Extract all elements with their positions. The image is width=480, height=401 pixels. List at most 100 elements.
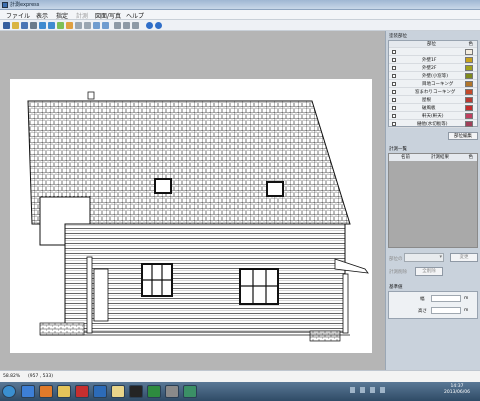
ie-icon[interactable]: [21, 385, 35, 398]
height-label: 高さ: [418, 309, 427, 314]
title-bar: 計測express: [0, 0, 480, 10]
edit-parts-button[interactable]: 部位編集: [448, 132, 478, 140]
part-color-swatch[interactable]: [465, 121, 473, 127]
part-color-swatch[interactable]: [465, 89, 473, 95]
folder-icon[interactable]: [12, 22, 19, 29]
volume-icon[interactable]: [380, 387, 385, 393]
part-label: 樋他(水切板等): [417, 122, 448, 127]
start-icon[interactable]: [2, 385, 16, 398]
drawing-canvas[interactable]: [0, 31, 385, 370]
menu-file[interactable]: ファイル: [6, 11, 30, 20]
tray-icon[interactable]: [360, 387, 365, 393]
pen-icon[interactable]: [3, 22, 10, 29]
window-title: 計測express: [10, 2, 40, 8]
part-checkbox[interactable]: [392, 122, 396, 126]
part-select-dropdown[interactable]: ▾: [404, 253, 444, 262]
delete-all-button[interactable]: 全削除: [415, 267, 443, 276]
part-label: 屋根: [422, 98, 431, 103]
folder-icon[interactable]: [57, 385, 71, 398]
house-elevation-drawing: [27, 91, 369, 342]
part-color-swatch[interactable]: [465, 49, 473, 55]
zoom-in-icon[interactable]: [39, 22, 46, 29]
undo-icon[interactable]: [93, 22, 100, 29]
system-tray[interactable]: [350, 387, 430, 396]
part-label: 外壁(小窓等): [422, 74, 449, 79]
menu-drawing-photo[interactable]: 図面/写真: [95, 11, 121, 20]
part-color-swatch[interactable]: [465, 113, 473, 119]
part-color-swatch[interactable]: [465, 105, 473, 111]
parts-list[interactable]: 部位 色 外壁1F 外壁2F 外壁(小窓等) 目地コーキング 窓まわりコーキング…: [388, 40, 478, 128]
parts-row[interactable]: 屋根: [389, 96, 477, 104]
part-checkbox[interactable]: [392, 90, 396, 94]
part-checkbox[interactable]: [392, 98, 396, 102]
save-icon[interactable]: [21, 22, 28, 29]
menu-measure[interactable]: 計測: [76, 11, 88, 20]
parts-row[interactable]: 窓まわりコーキング: [389, 88, 477, 96]
part-color-swatch[interactable]: [465, 81, 473, 87]
part-color-swatch[interactable]: [465, 73, 473, 79]
grid-icon[interactable]: [75, 22, 82, 29]
width-input[interactable]: [431, 295, 461, 302]
firefox-icon[interactable]: [39, 385, 53, 398]
part-checkbox[interactable]: [392, 106, 396, 110]
sticky-icon[interactable]: [111, 385, 125, 398]
clock-date: 2013/06/06: [444, 390, 470, 395]
part-color-swatch[interactable]: [465, 57, 473, 63]
parts-row[interactable]: 外壁(小窓等): [389, 72, 477, 80]
measure-list[interactable]: 名前 計測結果 色: [388, 153, 478, 248]
zoom-out-icon[interactable]: [48, 22, 55, 29]
part-label: 窓まわりコーキング: [415, 90, 456, 95]
eraser-icon[interactable]: [66, 22, 73, 29]
part-checkbox[interactable]: [392, 66, 396, 70]
app-k-icon[interactable]: [183, 385, 197, 398]
menu-view[interactable]: 表示: [36, 11, 48, 20]
delete-measure-label[interactable]: 計測削除: [389, 269, 407, 275]
distribute-icon[interactable]: [123, 22, 130, 29]
app-gray-icon[interactable]: [165, 385, 179, 398]
parts-header: 部位 色: [389, 41, 477, 48]
clock[interactable]: 14:37 2013/06/06: [437, 384, 477, 396]
part-checkbox[interactable]: [392, 50, 396, 54]
part-checkbox[interactable]: [392, 82, 396, 86]
parts-row[interactable]: 破風板: [389, 104, 477, 112]
tray-icon[interactable]: [350, 387, 355, 393]
print-icon[interactable]: [30, 22, 37, 29]
info-icon[interactable]: [155, 22, 162, 29]
parts-row[interactable]: 軒天(軒天): [389, 112, 477, 120]
part-checkbox[interactable]: [392, 58, 396, 62]
height-unit: m: [464, 308, 469, 313]
width-unit: m: [464, 296, 469, 301]
part-select-label: 部位の: [389, 257, 403, 262]
redo-icon[interactable]: [102, 22, 109, 29]
apply-part-button[interactable]: 変更: [450, 253, 478, 262]
part-label: 外壁1F: [422, 58, 437, 63]
height-input[interactable]: [431, 307, 461, 314]
settings-icon[interactable]: [132, 22, 139, 29]
app-red-icon[interactable]: [75, 385, 89, 398]
measure-header: 名前 計測結果 色: [389, 154, 477, 161]
parts-row[interactable]: 樋他(水切板等): [389, 120, 477, 128]
parts-row[interactable]: [389, 48, 477, 56]
parts-row[interactable]: 目地コーキング: [389, 80, 477, 88]
app-icon: [2, 2, 8, 8]
app-blue-icon[interactable]: [93, 385, 107, 398]
help-icon[interactable]: [146, 22, 153, 29]
standard-title: 基準値: [389, 285, 403, 290]
menu-help[interactable]: ヘルプ: [126, 11, 144, 20]
tray-icon[interactable]: [370, 387, 375, 393]
drawing-sheet[interactable]: [10, 79, 372, 353]
measure-result-header: 計測結果: [431, 155, 449, 160]
part-color-swatch[interactable]: [465, 97, 473, 103]
line-icon[interactable]: [84, 22, 91, 29]
rectangle-icon[interactable]: [57, 22, 64, 29]
part-checkbox[interactable]: [392, 114, 396, 118]
align-icon[interactable]: [114, 22, 121, 29]
width-label: 幅: [420, 297, 425, 302]
part-checkbox[interactable]: [392, 74, 396, 78]
excel-icon[interactable]: [147, 385, 161, 398]
part-color-swatch[interactable]: [465, 65, 473, 71]
parts-row[interactable]: 外壁2F: [389, 64, 477, 72]
menu-specify[interactable]: 指定: [56, 11, 68, 20]
app-dark-icon[interactable]: [129, 385, 143, 398]
parts-row[interactable]: 外壁1F: [389, 56, 477, 64]
